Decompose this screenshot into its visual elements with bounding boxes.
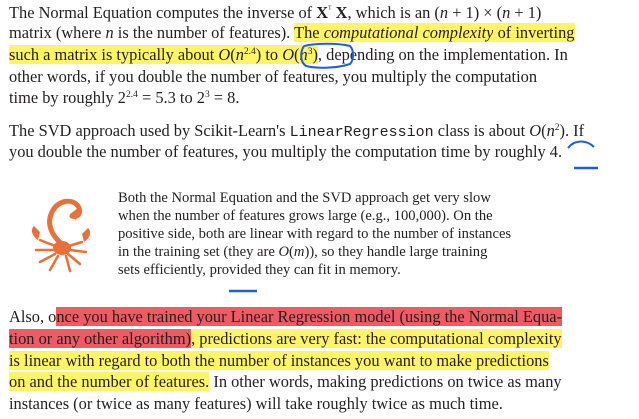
para1-line2: matrix (where n is the number of feature… [9, 23, 575, 42]
para1-line5: time by roughly 22.4 = 5.3 to 23 = 8. [9, 88, 240, 107]
para3-line1: Also, once you have trained your Linear … [9, 307, 563, 326]
para1-line3: such a matrix is typically about O(n2.4)… [9, 45, 568, 64]
para1-line4: other words, if you double the number of… [9, 67, 538, 86]
pen-underline-om [229, 289, 257, 293]
para3-line2: tion or any other algorithm), prediction… [9, 329, 562, 348]
pen-underline-4 [574, 166, 598, 170]
note-line5: sets efficiently, provided they can fit … [118, 262, 401, 278]
para3-line4: on and the number of features. In other … [9, 372, 562, 391]
note-line1: Both the Normal Equation and the SVD app… [118, 190, 491, 206]
note-line3: positive side, both are linear with rega… [118, 226, 512, 242]
note-line4: in the training set (they are O(m)), so … [118, 244, 488, 260]
para3-line5: instances (or twice as many features) wi… [9, 394, 503, 413]
scorpion-icon [31, 198, 91, 273]
para2-line2: you double the number of features, you m… [9, 142, 563, 161]
para1-line1: The Normal Equation computes the inverse… [9, 3, 542, 22]
para3-line3: is linear with regard to both the number… [9, 351, 549, 370]
note-line2: when the number of features grows large … [118, 208, 493, 224]
para2-line1: The SVD approach used by Scikit-Learn's … [9, 121, 585, 141]
